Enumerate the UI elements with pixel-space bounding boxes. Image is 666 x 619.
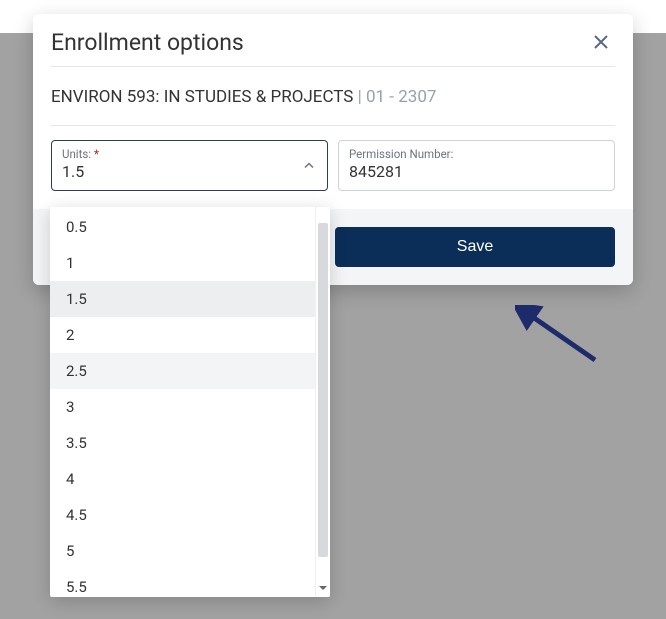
units-option[interactable]: 3.5	[50, 425, 315, 461]
course-heading: ENVIRON 593: IN STUDIES & PROJECTS | 01 …	[51, 66, 615, 126]
units-option[interactable]: 1.5	[50, 281, 315, 317]
units-label: Units: *	[62, 147, 317, 161]
units-option-list[interactable]: 0.511.522.533.544.555.5	[50, 207, 315, 597]
save-button[interactable]: Save	[335, 227, 615, 267]
units-option[interactable]: 5	[50, 533, 315, 569]
units-value: 1.5	[62, 161, 317, 182]
permission-number-field[interactable]: Permission Number:	[338, 140, 615, 191]
units-option[interactable]: 2	[50, 317, 315, 353]
units-option[interactable]: 4	[50, 461, 315, 497]
modal-header: Enrollment options	[33, 14, 633, 66]
units-option[interactable]: 0.5	[50, 209, 315, 245]
units-option[interactable]: 5.5	[50, 569, 315, 597]
chevron-up-icon	[303, 156, 315, 175]
units-select[interactable]: Units: * 1.5	[51, 140, 328, 191]
permission-input[interactable]	[349, 161, 604, 181]
units-option[interactable]: 1	[50, 245, 315, 281]
units-option[interactable]: 3	[50, 389, 315, 425]
course-section: | 01 - 2307	[353, 87, 436, 107]
dropdown-scrollbar[interactable]	[315, 207, 330, 597]
form-row: Units: * 1.5 Permission Number:	[51, 126, 615, 191]
modal-title: Enrollment options	[51, 29, 244, 56]
units-dropdown: 0.511.522.533.544.555.5	[50, 207, 330, 597]
required-marker: *	[94, 147, 99, 161]
modal-body: ENVIRON 593: IN STUDIES & PROJECTS | 01 …	[33, 66, 633, 209]
permission-label: Permission Number:	[349, 147, 604, 161]
scrollbar-thumb[interactable]	[318, 223, 328, 557]
close-button[interactable]	[587, 28, 615, 56]
units-option[interactable]: 4.5	[50, 497, 315, 533]
scroll-down-icon[interactable]	[316, 581, 330, 595]
close-icon	[593, 34, 609, 50]
course-code-name: ENVIRON 593: IN STUDIES & PROJECTS	[51, 87, 353, 107]
units-option[interactable]: 2.5	[50, 353, 315, 389]
